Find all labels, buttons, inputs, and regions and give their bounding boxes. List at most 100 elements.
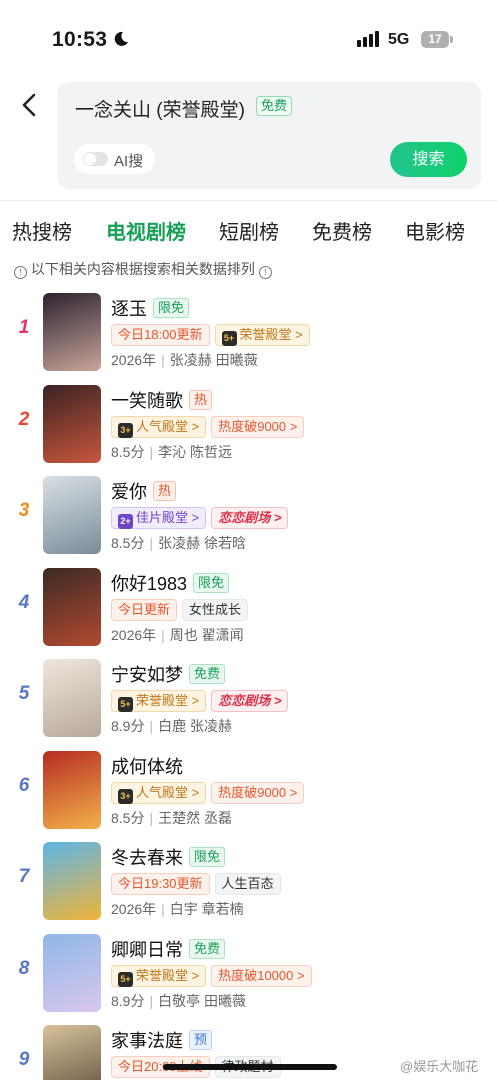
separator: | [149, 992, 154, 1009]
tag-label: 荣誉殿堂 > [136, 967, 200, 983]
rank-number: 7 [18, 866, 30, 887]
tag[interactable]: 2+ 佳片殿堂 > [111, 507, 207, 529]
drama-title[interactable]: 爱你 [111, 482, 147, 502]
year: 2026年 [111, 901, 157, 917]
drama-title[interactable]: 你好1983 [111, 574, 187, 594]
info-icon: ! [14, 266, 27, 279]
divider [0, 200, 497, 201]
rank-number: 1 [18, 317, 30, 338]
drama-title[interactable]: 逐玉 [111, 299, 147, 319]
tab-short-drama[interactable]: 短剧榜 [219, 216, 279, 245]
separator: | [161, 352, 165, 368]
home-indicator[interactable] [163, 1064, 337, 1070]
separator: | [149, 809, 154, 826]
poster-image[interactable] [43, 842, 101, 920]
poster-image[interactable] [43, 476, 101, 554]
tab-hot-search[interactable]: 热搜榜 [12, 216, 72, 245]
status-bar: 10:53 5G 17 [0, 0, 497, 80]
drama-title[interactable]: 一笑随歌 [111, 391, 183, 411]
list-item[interactable]: 7 冬去春来 限免 今日19:30更新 人生百态 2026年 | 白宇 章若楠 [0, 840, 497, 924]
tab-tv-series[interactable]: 电视剧榜 [106, 216, 186, 245]
info-icon[interactable]: ! [258, 266, 272, 279]
list-item[interactable]: 1 逐玉 限免 今日18:00更新 5+ 荣誉殿堂 > 2026年 | 张凌赫 田曦薇 [0, 291, 497, 375]
drama-title[interactable]: 家事法庭 [111, 1031, 183, 1051]
status-badge: 免费 [189, 664, 226, 684]
search-button[interactable]: 搜索 [390, 142, 467, 177]
separator: | [161, 901, 165, 917]
tag-label: 热度破10000 > [218, 967, 305, 983]
separator: | [161, 626, 165, 643]
tag-row: 3+ 人气殿堂 > 热度破9000 > [111, 415, 309, 438]
drama-title[interactable]: 冬去春来 [111, 848, 183, 868]
rank-number: 6 [18, 774, 30, 796]
hall-level-icon: 3+ [118, 788, 133, 804]
list-item[interactable]: 5 宁安如梦 免费 5+ 荣誉殿堂 > 恋恋剧场 > 8.9分 | 白鹿 张凌赫 [0, 657, 497, 741]
cast: 张凌赫 田曦薇 [169, 352, 258, 368]
hall-level-icon: 3+ [118, 422, 133, 438]
tag-label: 热度破9000 > [218, 784, 298, 800]
list-item[interactable]: 3 爱你热 2+ 佳片殿堂 > 恋恋剧场 > 8.5分 | 张凌赫 徐若晗 [0, 474, 497, 558]
tag[interactable]: 热度破10000 > [211, 964, 312, 987]
poster-image[interactable] [43, 384, 101, 463]
list-item[interactable]: 6 成何体统 3+ 人气殿堂 > 热度破9000 > 8.5分 | 王楚然 丞磊 [0, 749, 497, 833]
poster-image[interactable] [43, 1025, 101, 1080]
tag-label: 恋恋剧场 > [218, 693, 282, 708]
tab-movie[interactable]: 电影榜 [405, 216, 465, 245]
drama-title[interactable]: 卿卿日常 [111, 940, 183, 960]
search-query[interactable]: 一念关山 (荣誉殿堂) [75, 95, 245, 122]
tag-label: 人气殿堂 > [136, 784, 200, 800]
back-icon[interactable] [16, 90, 44, 120]
tag-label: 佳片殿堂 > [136, 510, 200, 525]
signal-icon [357, 31, 379, 47]
tag-label: 恋恋剧场 > [218, 510, 282, 525]
cast: 白敬亭 田曦薇 [158, 992, 246, 1009]
list-item[interactable]: 4 你好1983 限免 今日更新 女性成长 2026年 | 周也 翟潇闻 [0, 566, 497, 650]
list-item[interactable]: 2 一笑随歌热 3+ 人气殿堂 > 热度破9000 > 8.5分 | 李沁 陈哲远 [0, 383, 497, 467]
cast: 周也 翟潇闻 [169, 626, 244, 643]
cast: 白鹿 张凌赫 [158, 718, 232, 734]
score: 8.5分 [111, 809, 145, 826]
tab-free[interactable]: 免费榜 [312, 216, 372, 245]
rank-number: 9 [18, 1049, 30, 1070]
drama-title[interactable]: 成何体统 [111, 757, 183, 777]
poster-image[interactable] [43, 293, 101, 371]
tag[interactable]: 5+ 荣誉殿堂 > [214, 324, 310, 346]
tag[interactable]: 3+ 人气殿堂 > [111, 781, 207, 804]
tag[interactable]: 热度破9000 > [211, 781, 305, 804]
poster-image[interactable] [43, 659, 101, 737]
year: 2026年 [111, 352, 157, 368]
status-badge: 限免 [193, 572, 230, 593]
status-badge: 免费 [189, 938, 226, 959]
tag-label: 今日19:30更新 [118, 876, 203, 891]
tag[interactable]: 恋恋剧场 > [211, 507, 289, 529]
tag[interactable]: 5+ 荣誉殿堂 > [111, 690, 207, 712]
title-row: 卿卿日常 免费 [111, 936, 226, 960]
hint-text: 以下相关内容根据搜索相关数据排列 [30, 261, 255, 277]
score: 8.9分 [111, 992, 145, 1009]
meta-info: 2026年 | 张凌赫 田曦薇 [111, 350, 258, 370]
search-box[interactable]: 一念关山 (荣誉殿堂) 免费 AI搜 搜索 [57, 82, 481, 189]
title-row: 宁安如梦 免费 [111, 661, 226, 685]
tag[interactable]: 3+ 人气殿堂 > [111, 415, 207, 438]
title-row: 逐玉 限免 [111, 295, 190, 319]
list-item[interactable]: 8 卿卿日常 免费 5+ 荣誉殿堂 > 热度破10000 > 8.9分 | 白敬亭 田曦薇 [0, 932, 497, 1016]
poster-image[interactable] [43, 750, 101, 829]
battery-level: 17 [421, 31, 449, 48]
poster-image[interactable] [43, 567, 101, 646]
tag-label: 荣誉殿堂 > [239, 327, 303, 342]
rank-number: 4 [18, 591, 30, 613]
status-badge: 限免 [153, 298, 190, 318]
tag[interactable]: 恋恋剧场 > [211, 690, 289, 712]
status-time: 10:53 [52, 28, 108, 51]
tag[interactable]: 5+ 荣誉殿堂 > [111, 964, 207, 987]
tag-row: 5+ 荣誉殿堂 > 热度破10000 > [111, 964, 317, 987]
ai-search-toggle[interactable]: AI搜 [74, 144, 155, 174]
title-row: 你好1983 限免 [111, 570, 230, 594]
tag[interactable]: 热度破9000 > [211, 415, 305, 438]
score: 8.5分 [111, 443, 145, 460]
toggle-switch-icon[interactable] [83, 152, 108, 166]
poster-image[interactable] [43, 933, 101, 1012]
hall-level-icon: 5+ [118, 697, 133, 712]
drama-title[interactable]: 宁安如梦 [111, 665, 183, 685]
hall-level-icon: 2+ [118, 514, 133, 529]
